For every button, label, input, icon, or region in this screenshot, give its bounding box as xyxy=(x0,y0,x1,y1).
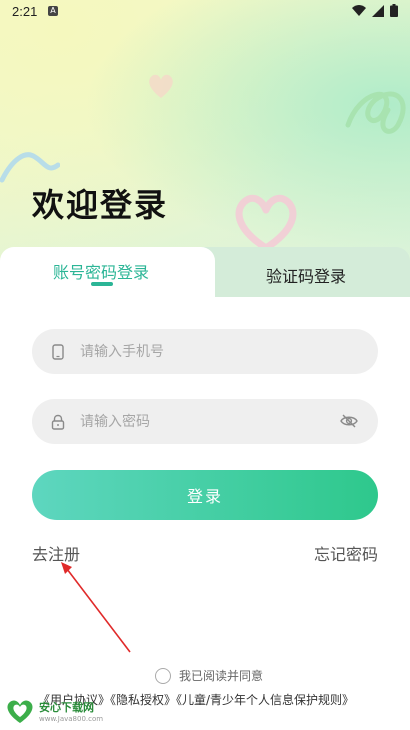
watermark: 安心下载网 www.Java800.com xyxy=(4,697,103,725)
battery-icon xyxy=(390,4,398,17)
tab-sms-code[interactable]: 验证码登录 xyxy=(266,263,346,287)
status-time: 2:21 xyxy=(12,4,38,19)
watermark-url: www.Java800.com xyxy=(39,715,104,723)
login-button[interactable]: 登录 xyxy=(32,470,378,520)
active-tab-indicator xyxy=(91,282,113,286)
phone-icon xyxy=(50,343,66,360)
lock-icon xyxy=(50,414,66,430)
password-input[interactable] xyxy=(78,412,322,431)
agreement-row: 我已阅读并同意 xyxy=(155,667,263,684)
eye-off-icon[interactable] xyxy=(340,413,358,433)
phone-input[interactable] xyxy=(78,342,322,361)
password-field[interactable] xyxy=(32,399,378,444)
agreement-text: 我已阅读并同意 xyxy=(179,669,264,683)
tab-account-password[interactable]: 账号密码登录 xyxy=(53,259,149,283)
status-bar: 2:21 A xyxy=(0,0,410,24)
wave-decoration xyxy=(0,152,60,183)
agree-checkbox[interactable] xyxy=(155,667,171,684)
signal-icon xyxy=(372,4,384,17)
notification-icon: A xyxy=(48,6,58,16)
page-title: 欢迎登录 xyxy=(32,186,169,224)
login-form-panel: 登录 去注册 忘记密码 我已阅读并同意 《用户协议》《隐私授权》《儿童/青少年个… xyxy=(0,297,410,730)
annotation-arrow xyxy=(61,562,131,653)
forgot-password-link[interactable]: 忘记密码 xyxy=(314,541,378,565)
login-tabs: 账号密码登录 验证码登录 xyxy=(0,247,410,297)
swirl-decoration xyxy=(345,91,406,134)
phone-field[interactable] xyxy=(32,329,378,374)
wifi-icon xyxy=(352,4,366,16)
heart-logo-icon xyxy=(7,700,33,723)
heart-decoration-small xyxy=(149,74,173,98)
watermark-title: 安心下载网 xyxy=(39,701,94,714)
heart-outline-decoration xyxy=(235,194,297,252)
